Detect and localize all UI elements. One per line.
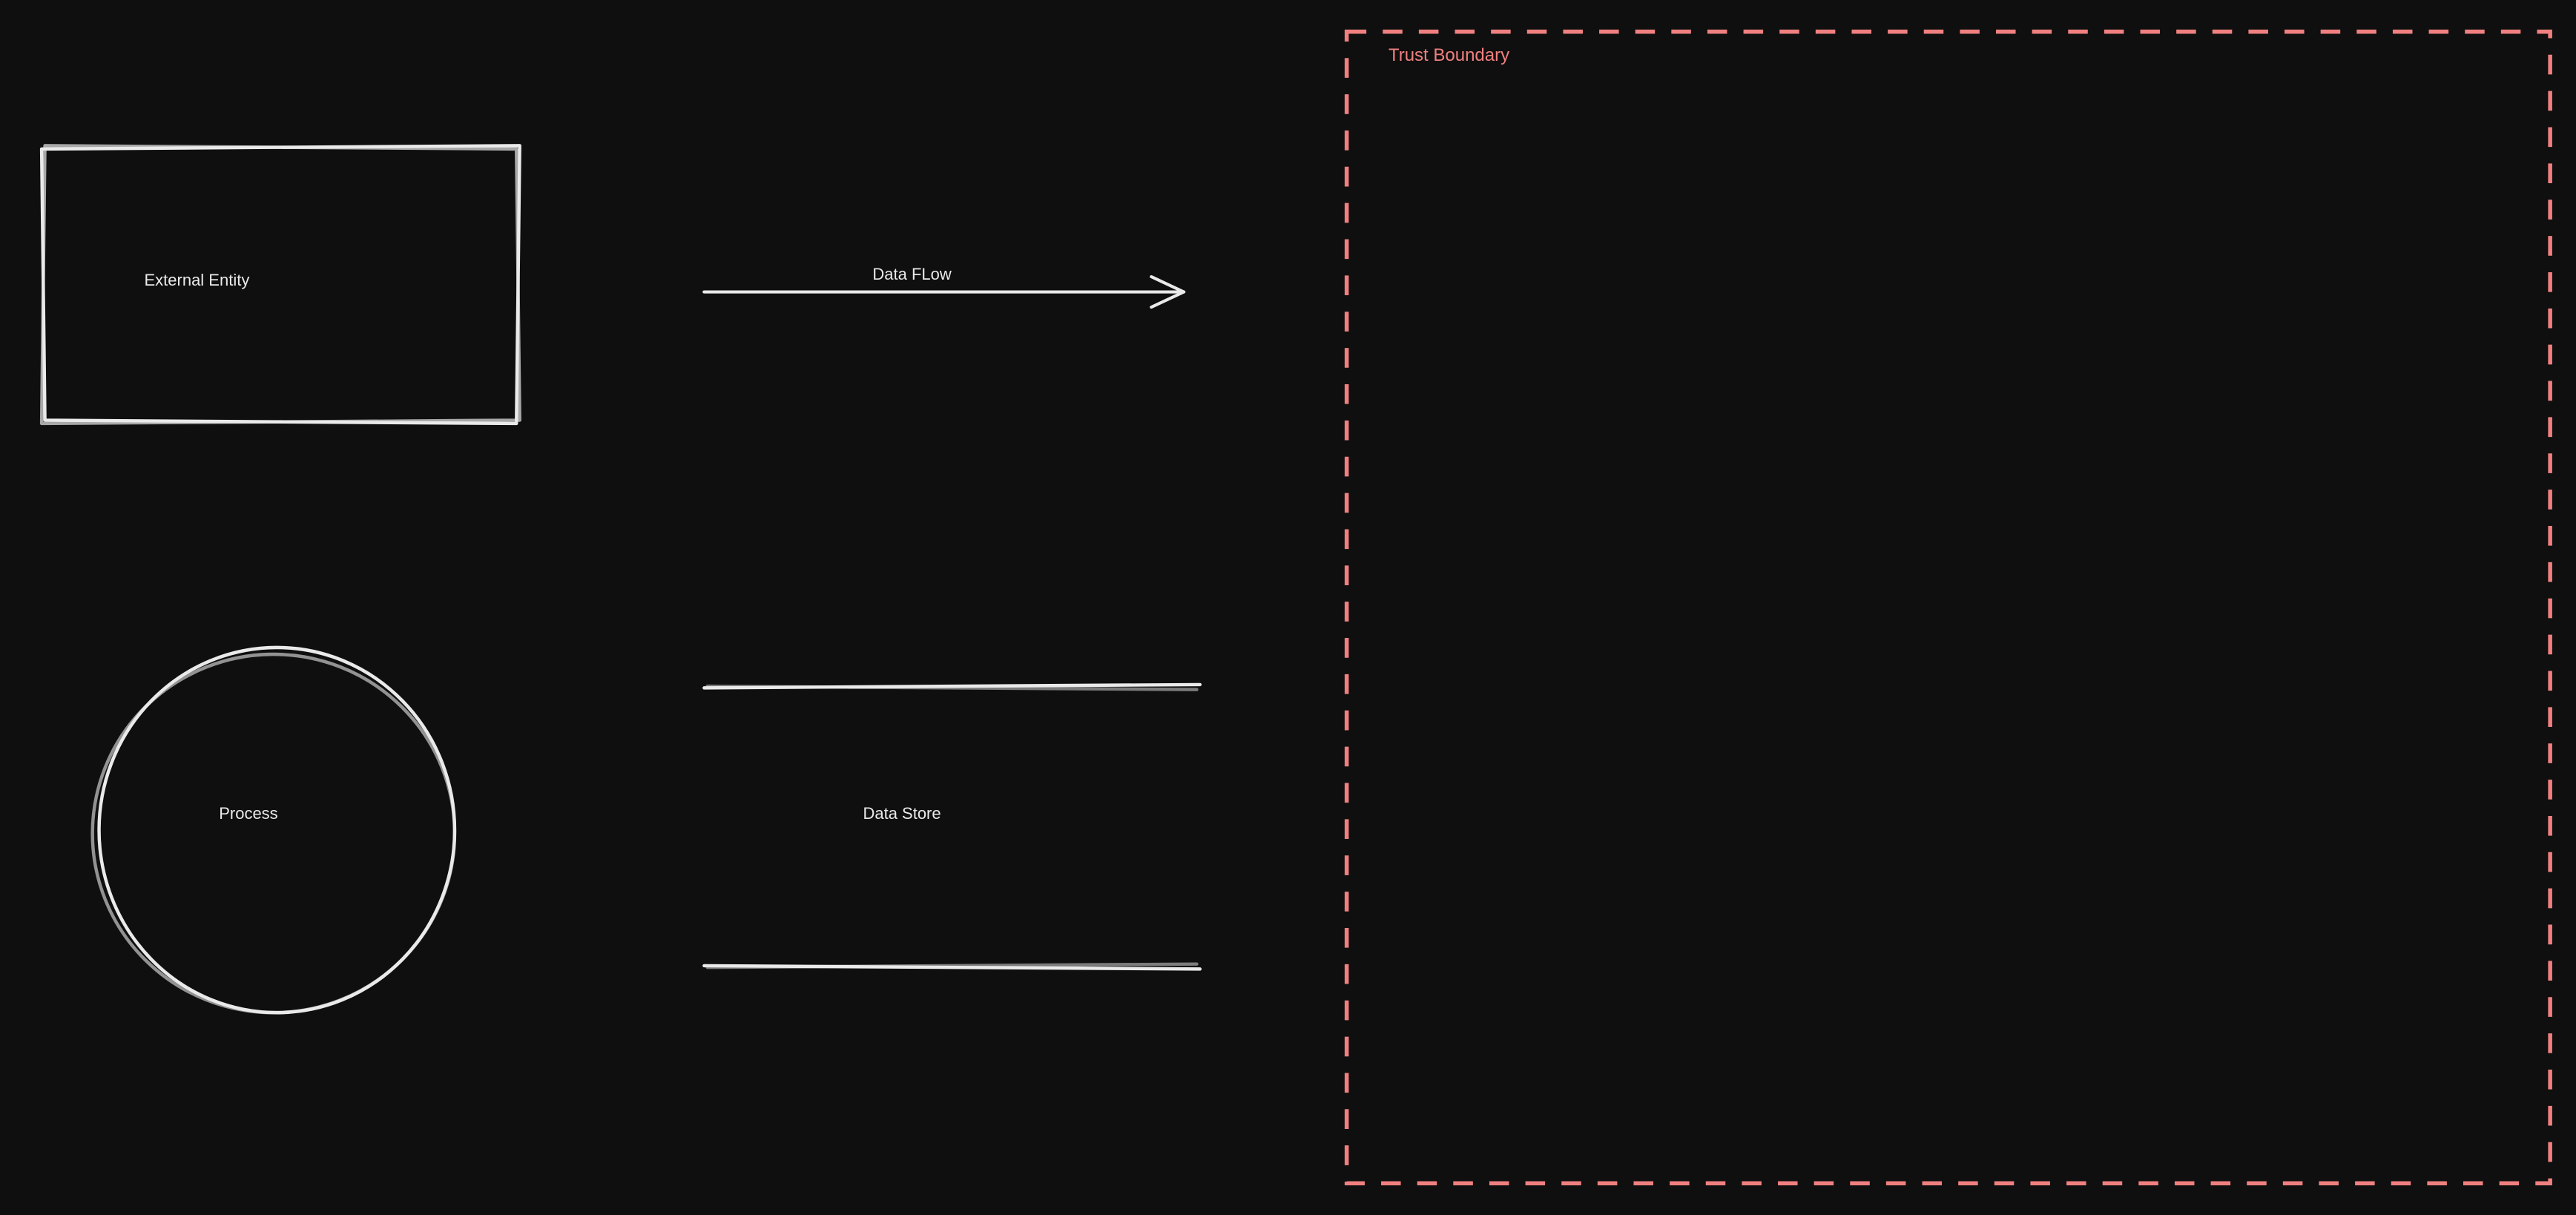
external-entity-shape — [33, 136, 528, 433]
data-flow-label: Data FLow — [868, 265, 955, 284]
data-store-shape — [701, 678, 1203, 975]
external-entity-label: External Entity — [144, 271, 249, 290]
data-store-label: Data Store — [863, 804, 941, 823]
process-label: Process — [219, 804, 277, 823]
trust-boundary-label: Trust Boundary — [1389, 45, 1509, 66]
process-shape — [88, 636, 467, 1024]
trust-boundary-shape — [1342, 27, 2555, 1188]
diagram-canvas: External Entity Data FLow Process Data S… — [0, 0, 2576, 1215]
